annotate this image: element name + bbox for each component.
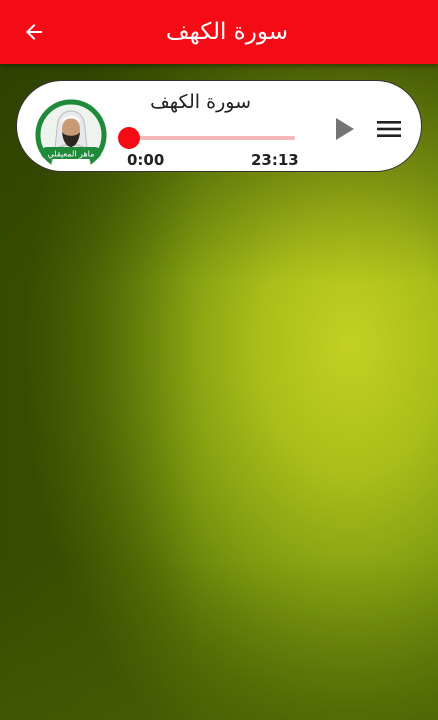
seek-thumb[interactable] [118,127,140,149]
play-icon [336,118,354,140]
total-time: 23:13 [251,151,299,169]
back-button[interactable] [14,12,54,52]
play-button[interactable] [327,111,363,147]
reciter-portrait: ماهر المعيقلي [35,99,107,171]
menu-button[interactable] [371,111,407,147]
audio-player-card: ماهر المعيقلي سورة الكهف 0:00 23:13 [16,80,422,172]
track-title: سورة الكهف [150,91,251,113]
page-title: سورة الكهف [165,19,288,45]
menu-icon [377,121,401,137]
app-bar: سورة الكهف [0,0,438,64]
current-time: 0:00 [127,151,165,169]
background-shade-bottom [0,560,438,720]
seek-bar[interactable] [117,127,297,151]
arrow-back-icon [26,24,42,40]
svg-text:ماهر المعيقلي: ماهر المعيقلي [48,150,95,159]
seek-track [129,136,295,140]
reciter-avatar: ماهر المعيقلي [35,99,107,171]
